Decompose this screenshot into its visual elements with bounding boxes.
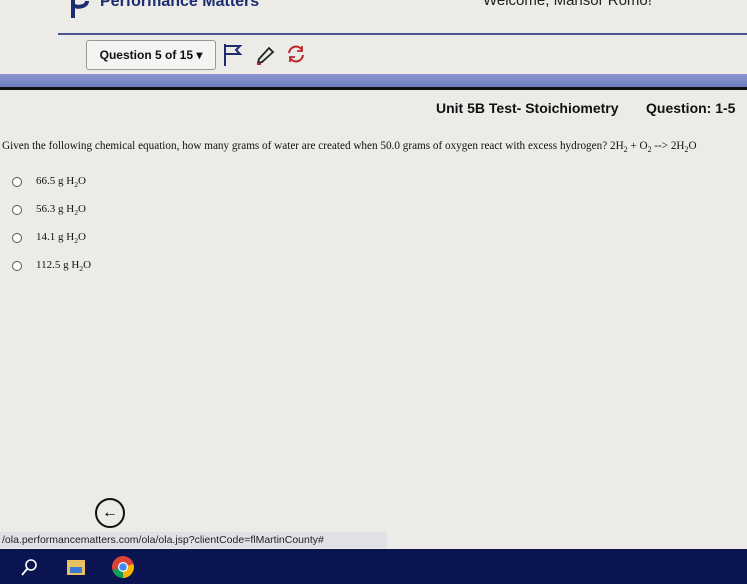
performance-matters-logo [71,0,89,18]
answer-option[interactable]: 14.1 g H2O [12,231,86,245]
taskbar [0,549,747,584]
test-title: Unit 5B Test- Stoichiometry [436,100,619,116]
back-button[interactable]: ← [95,498,125,528]
question-range: Question: 1-5 [646,100,736,116]
pencil-icon[interactable] [255,43,277,65]
band-divider [0,87,747,90]
search-icon[interactable] [20,558,38,576]
option-label: 56.3 g H2O [36,203,86,218]
answer-option[interactable]: 56.3 g H2O [12,203,86,217]
file-explorer-icon[interactable] [66,558,86,576]
option-label: 66.5 g H2O [36,175,86,190]
chemical-equation: 2H2 + O2 --> 2H2O [609,140,697,155]
title-band [0,74,747,87]
radio-button[interactable] [12,205,22,216]
header-divider [58,33,747,35]
chrome-icon[interactable] [111,555,135,579]
radio-button[interactable] [12,233,22,244]
option-label: 112.5 g H2O [36,259,92,274]
question-text: Given the following chemical equation, h… [2,140,697,155]
welcome-text: Welcome, Mansor Romo! [483,0,652,9]
refresh-icon[interactable] [285,43,307,65]
answer-option[interactable]: 66.5 g H2O [12,175,86,189]
question-selector[interactable]: Question 5 of 15 ▾ [86,40,216,70]
option-label: 14.1 g H2O [36,231,86,246]
answer-option[interactable]: 112.5 g H2O [12,259,91,273]
radio-button[interactable] [12,177,22,188]
status-url: /ola.performancematters.com/ola/ola.jsp?… [0,532,387,548]
flag-icon[interactable] [222,42,244,68]
radio-button[interactable] [12,261,22,272]
brand-name: Performance Matters [100,0,260,10]
